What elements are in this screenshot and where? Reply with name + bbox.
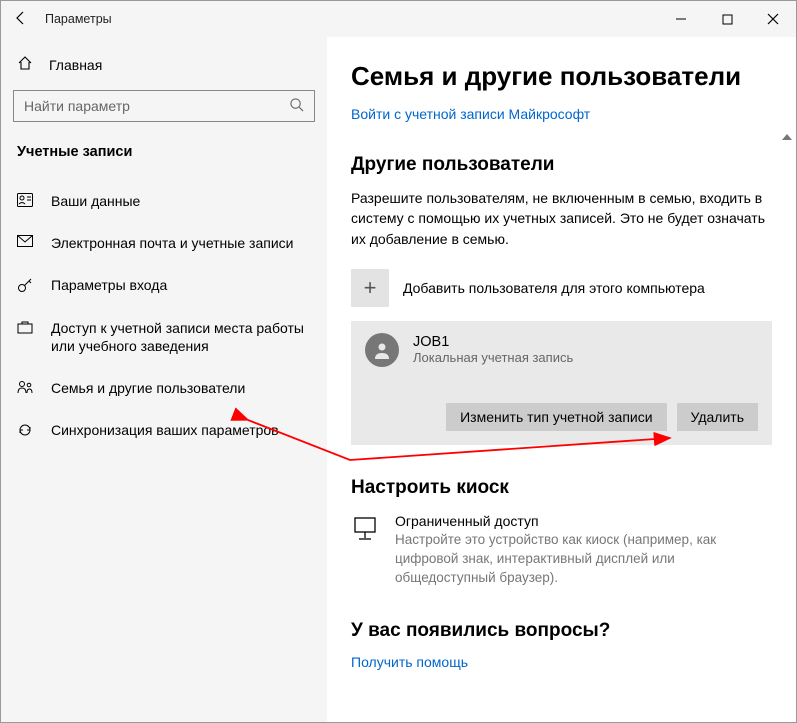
search-placeholder: Найти параметр <box>24 98 289 114</box>
user-type: Локальная учетная запись <box>413 350 573 365</box>
window-title: Параметры <box>45 12 112 26</box>
sidebar-item-label: Параметры входа <box>51 276 167 294</box>
main-content: Семья и другие пользователи Войти с учет… <box>327 37 796 722</box>
other-users-heading: Другие пользователи <box>351 154 772 176</box>
home-nav[interactable]: Главная <box>1 45 327 84</box>
add-user-label: Добавить пользователя для этого компьюте… <box>403 280 705 296</box>
titlebar: Параметры <box>1 1 796 37</box>
get-help-link[interactable]: Получить помощь <box>351 654 772 670</box>
sidebar-item-label: Синхронизация ваших параметров <box>51 421 279 439</box>
maximize-button[interactable] <box>704 1 750 37</box>
remove-user-button[interactable]: Удалить <box>677 403 758 431</box>
user-card-icon <box>17 192 33 207</box>
sidebar-item-label: Ваши данные <box>51 192 140 210</box>
back-button[interactable] <box>13 10 29 29</box>
search-icon <box>289 97 304 115</box>
briefcase-icon <box>17 319 33 334</box>
sidebar-item-label: Доступ к учетной записи места работы или… <box>51 319 311 355</box>
sidebar-item-email-accounts[interactable]: Электронная почта и учетные записи <box>1 222 327 264</box>
kiosk-desc: Настройте это устройство как киоск (напр… <box>395 531 771 588</box>
home-label: Главная <box>49 57 102 73</box>
search-input[interactable]: Найти параметр <box>13 90 315 122</box>
kiosk-title: Ограниченный доступ <box>395 513 771 529</box>
monitor-icon <box>351 513 379 543</box>
sidebar-item-label: Семья и другие пользователи <box>51 379 245 397</box>
key-icon <box>17 276 33 293</box>
sync-icon <box>17 421 33 438</box>
home-icon <box>17 55 33 74</box>
minimize-button[interactable] <box>658 1 704 37</box>
kiosk-setup-button[interactable]: Ограниченный доступ Настройте это устрой… <box>351 513 771 588</box>
avatar-icon <box>365 333 399 367</box>
user-name: JOB1 <box>413 334 573 350</box>
people-icon <box>17 379 33 394</box>
section-header: Учетные записи <box>1 140 327 180</box>
plus-icon: + <box>351 269 389 307</box>
close-button[interactable] <box>750 1 796 37</box>
user-card[interactable]: JOB1 Локальная учетная запись Изменить т… <box>351 321 772 445</box>
kiosk-heading: Настроить киоск <box>351 477 772 499</box>
sidebar-item-your-info[interactable]: Ваши данные <box>1 180 327 222</box>
page-title: Семья и другие пользователи <box>351 61 772 92</box>
other-users-desc: Разрешите пользователям, не включенным в… <box>351 188 771 249</box>
sidebar-item-work-school[interactable]: Доступ к учетной записи места работы или… <box>1 307 327 367</box>
sidebar-item-sync[interactable]: Синхронизация ваших параметров <box>1 409 327 451</box>
add-user-button[interactable]: + Добавить пользователя для этого компью… <box>351 269 772 307</box>
questions-heading: У вас появились вопросы? <box>351 620 772 642</box>
change-account-type-button[interactable]: Изменить тип учетной записи <box>446 403 666 431</box>
sidebar-item-signin-options[interactable]: Параметры входа <box>1 264 327 306</box>
sidebar-item-family[interactable]: Семья и другие пользователи <box>1 367 327 409</box>
scrollbar[interactable] <box>780 129 794 722</box>
signin-ms-link[interactable]: Войти с учетной записи Майкрософт <box>351 106 772 122</box>
scroll-up-icon[interactable] <box>782 129 792 145</box>
sidebar: Главная Найти параметр Учетные записи Ва… <box>1 37 327 722</box>
sidebar-item-label: Электронная почта и учетные записи <box>51 234 293 252</box>
mail-icon <box>17 234 33 247</box>
